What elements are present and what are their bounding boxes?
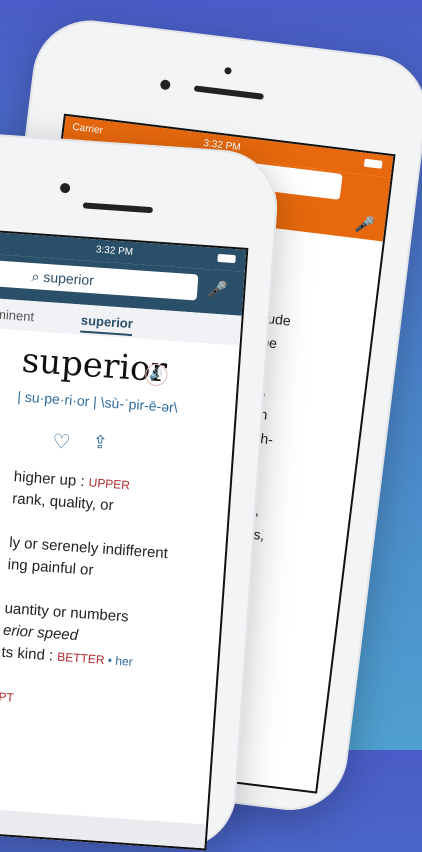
- search-icon: ⌕: [31, 267, 41, 285]
- mic-icon[interactable]: 🎤: [354, 214, 376, 236]
- battery-icon: [363, 158, 383, 169]
- mic-icon[interactable]: 🎤: [207, 279, 228, 300]
- share-icon[interactable]: ⇪: [92, 432, 115, 455]
- xref-link[interactable]: BETTER: [57, 650, 105, 667]
- front-camera: [59, 182, 71, 194]
- xref-link[interactable]: UPPER: [88, 475, 130, 492]
- earpiece: [82, 202, 153, 214]
- search-query: superior: [42, 268, 95, 289]
- definitions: higher up : UPPER rank, quality, or ly o…: [0, 466, 244, 723]
- tab-current[interactable]: superior: [80, 312, 134, 337]
- bottom-bar: [0, 801, 207, 849]
- earpiece: [193, 85, 264, 100]
- battery-icon: [217, 253, 236, 264]
- front-camera: [159, 79, 171, 91]
- heart-icon[interactable]: ♡: [52, 429, 75, 454]
- pronunciation: | su·pe·ri·or | \sù-ˈpir-ē-ər\: [16, 388, 179, 416]
- carrier-label: Carrier: [71, 121, 104, 137]
- xref-link[interactable]: PT: [0, 690, 14, 705]
- front-screen: 3:32 PM ⌕ superior 🎤 minent superior sup…: [0, 224, 249, 851]
- tab-previous[interactable]: minent: [0, 307, 35, 325]
- sensor-dot: [224, 66, 232, 75]
- headword: superior: [20, 340, 169, 391]
- status-time: 3:32 PM: [95, 244, 134, 258]
- front-phone: 3:32 PM ⌕ superior 🎤 minent superior sup…: [0, 126, 282, 852]
